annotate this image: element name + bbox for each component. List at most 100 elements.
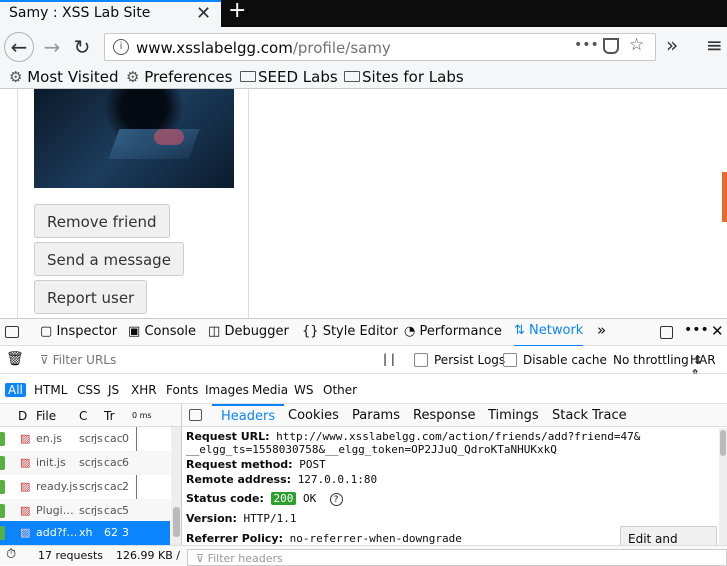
filter-css[interactable]: CSS <box>74 383 104 397</box>
filter-js[interactable]: JS <box>105 383 122 397</box>
column-transferred[interactable]: Tr <box>104 409 115 423</box>
filter-media[interactable]: Media <box>249 383 291 397</box>
filter-html[interactable]: HTML <box>31 383 70 397</box>
column-waterfall[interactable]: 0 ms <box>132 411 152 420</box>
row-size: 5 <box>122 504 129 517</box>
scroll-thumb[interactable] <box>720 430 726 456</box>
persist-logs-checkbox[interactable] <box>414 353 428 367</box>
status-code-badge: 200 <box>270 492 297 505</box>
close-devtools-icon[interactable]: ✕ <box>711 322 724 340</box>
column-domain[interactable]: D <box>18 409 27 423</box>
request-list-scrollbar[interactable] <box>171 427 181 545</box>
url-bar[interactable]: i www.xsslabelgg.com/profile/samy ••• ☆ <box>104 33 656 61</box>
tab-debugger[interactable]: ◫ Debugger <box>208 324 289 339</box>
bookmark-label: Most Visited <box>27 68 119 86</box>
url-text[interactable]: www.xsslabelgg.com/profile/samy <box>136 39 391 57</box>
remote-address-line: Remote address: 127.0.0.1:80 <box>186 473 377 486</box>
request-url-value-cont[interactable]: __elgg_ts=1558030758&__elgg_token=OP2JJu… <box>186 443 557 456</box>
tab-timings[interactable]: Timings <box>488 408 539 423</box>
row-file: Plugi… <box>36 504 74 517</box>
disable-cache-checkbox[interactable] <box>503 353 517 367</box>
filter-urls-input[interactable]: ⊽ Filter URLs <box>40 353 116 367</box>
referrer-policy-label: Referrer Policy: <box>186 532 283 545</box>
menu-icon[interactable]: ≡ <box>706 33 723 57</box>
report-user-button[interactable]: Report user <box>34 280 148 314</box>
send-message-button[interactable]: Send a message <box>34 242 184 276</box>
pocket-icon[interactable] <box>603 38 619 54</box>
dock-icon[interactable] <box>660 326 673 339</box>
help-icon[interactable]: ? <box>329 493 343 506</box>
request-type-filters: All HTML CSS JS XHR Fonts Images Media W… <box>0 374 727 404</box>
trash-icon[interactable]: 🗑 <box>6 351 24 367</box>
pause-icon[interactable]: | | <box>383 352 395 366</box>
tab-label: Style Editor <box>322 324 398 339</box>
filter-other[interactable]: Other <box>320 383 360 397</box>
filter-images[interactable]: Images <box>202 383 252 397</box>
row-transferred: cac <box>104 480 123 493</box>
tab-style-editor[interactable]: {} Style Editor <box>302 324 398 339</box>
bookmark-most-visited[interactable]: ⚙ Most Visited <box>9 68 119 86</box>
filter-fonts[interactable]: Fonts <box>163 383 201 397</box>
row-transferred: cac <box>104 432 123 445</box>
network-filter-bar: 🗑 ⊽ Filter URLs | | Persist Logs Disable… <box>0 346 727 381</box>
table-row-selected[interactable]: ▨ add?f… xh 62 3 <box>0 521 170 545</box>
bookmark-seed-labs[interactable]: SEED Labs <box>240 68 338 86</box>
row-size: 6 <box>122 456 129 469</box>
table-row[interactable]: ▨ ready.js scr js cac 2 <box>0 475 170 499</box>
tab-console[interactable]: ▣ Console <box>128 324 196 339</box>
column-cause[interactable]: C <box>79 409 87 423</box>
bookmark-preferences[interactable]: ⚙ Preferences <box>126 68 232 86</box>
column-file[interactable]: File <box>36 409 56 423</box>
filter-headers-input[interactable]: ⊽ Filter headers <box>187 549 727 566</box>
pick-element-icon[interactable] <box>5 326 19 338</box>
tab-inspector[interactable]: ▢ Inspector <box>40 324 117 339</box>
forward-button[interactable]: → <box>38 33 66 61</box>
info-icon[interactable]: i <box>113 39 129 55</box>
more-tools-icon[interactable]: » <box>597 321 606 339</box>
tab-response[interactable]: Response <box>413 408 475 423</box>
options-icon[interactable]: ••• <box>684 322 709 338</box>
filter-all[interactable]: All <box>5 383 26 397</box>
status-indicator <box>0 526 5 540</box>
request-url-label: Request URL: <box>186 430 270 443</box>
row-file: add?f… <box>36 526 78 539</box>
tab-params[interactable]: Params <box>352 408 400 423</box>
filter-ws[interactable]: WS <box>291 383 316 397</box>
tab-network[interactable]: ⇅ Network <box>514 323 584 347</box>
scroll-thumb[interactable] <box>173 507 180 537</box>
tab-stack-trace[interactable]: Stack Trace <box>552 408 627 423</box>
table-row[interactable]: ▨ Plugi… scr js cac 5 <box>0 499 170 523</box>
tab-performance[interactable]: ◔ Performance <box>404 324 502 339</box>
tab-cookies[interactable]: Cookies <box>288 408 339 423</box>
active-tab[interactable]: Samy : XSS Lab Site ✕ <box>0 0 221 27</box>
stopwatch-icon: ⏱ <box>6 547 17 562</box>
new-tab-button[interactable]: + <box>228 0 246 23</box>
page-scrollbar[interactable] <box>722 172 727 222</box>
version-value: HTTP/1.1 <box>243 512 297 525</box>
remote-address-value: 127.0.0.1:80 <box>297 473 378 486</box>
row-file: ready.js <box>36 480 78 493</box>
reload-button[interactable]: ↻ <box>68 33 96 61</box>
transferred-size: 126.99 KB / <box>116 549 180 562</box>
table-row[interactable]: ▨ en.js scr js cac 0 <box>0 427 170 451</box>
bookmark-star-icon[interactable]: ☆ <box>629 35 644 55</box>
filter-xhr[interactable]: XHR <box>128 383 160 397</box>
request-url-value[interactable]: http://www.xsslabelgg.com/action/friends… <box>276 430 640 443</box>
page-actions-icon[interactable]: ••• <box>574 37 599 53</box>
bookmark-label: Preferences <box>144 68 233 86</box>
back-button[interactable]: ← <box>4 32 34 62</box>
remove-friend-button[interactable]: Remove friend <box>34 204 170 238</box>
edit-and-resend-button[interactable]: Edit and Resend <box>620 526 717 545</box>
request-list-header: D File C Tr 0 ms <box>0 404 181 427</box>
overflow-icon[interactable]: » <box>666 33 678 57</box>
tab-label: Debugger <box>224 324 289 339</box>
toggle-sidebar-icon[interactable] <box>189 409 202 421</box>
table-row[interactable]: ▨ init.js scr js cac 6 <box>0 451 170 475</box>
close-tab-icon[interactable]: ✕ <box>196 3 211 24</box>
bookmark-sites-for-labs[interactable]: Sites for Labs <box>344 68 464 86</box>
inspector-icon: ▢ <box>40 324 53 339</box>
details-scrollbar[interactable] <box>719 428 727 545</box>
network-status-bar: ⏱ 17 requests 126.99 KB / ⊽ Filter heade… <box>0 545 727 566</box>
tab-headers[interactable]: Headers <box>212 404 285 424</box>
debugger-icon: ◫ <box>208 324 221 339</box>
